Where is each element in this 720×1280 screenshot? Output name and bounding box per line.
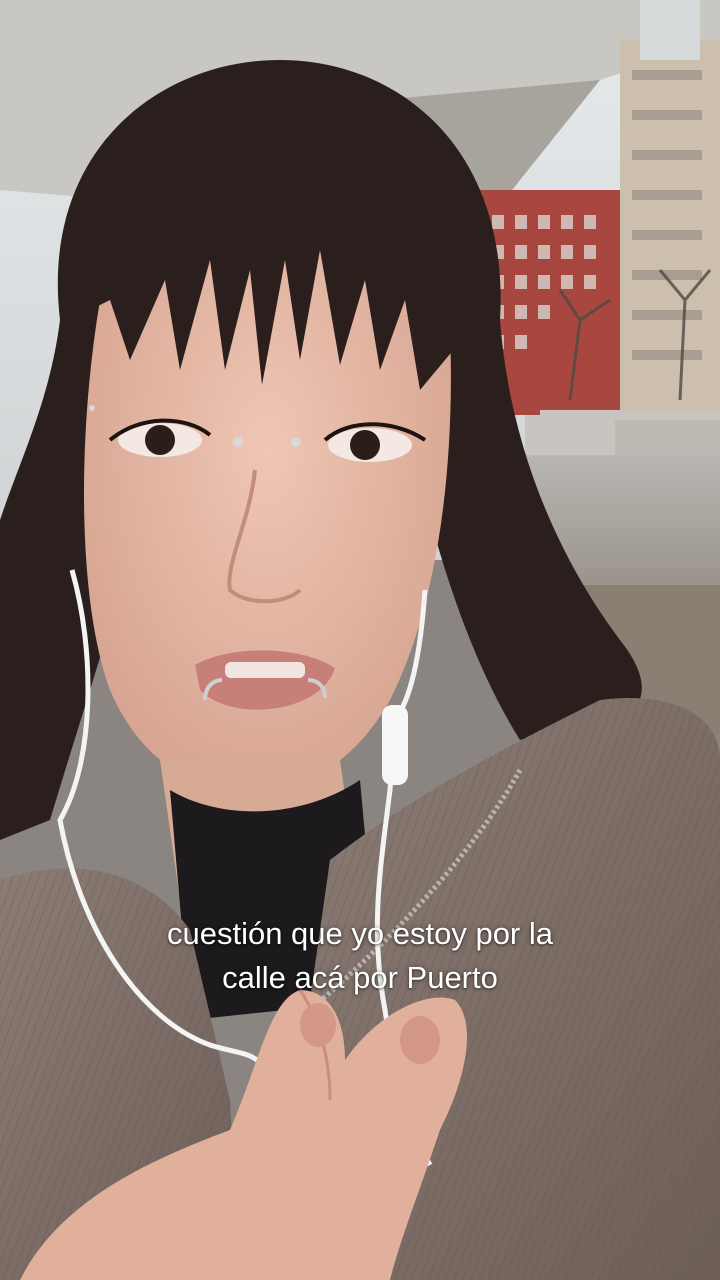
caption-line: cuestión que yo estoy por la: [166, 916, 554, 951]
caption-line: calle acá por Puerto: [222, 960, 498, 995]
bridge-piercing: [233, 437, 243, 447]
selfie-photo: [0, 0, 720, 1280]
earphone-remote: [382, 705, 408, 785]
video-frame[interactable]: cuestión que yo estoy por la calle acá p…: [0, 0, 720, 1280]
video-caption: cuestión que yo estoy por la calle acá p…: [0, 912, 720, 1000]
